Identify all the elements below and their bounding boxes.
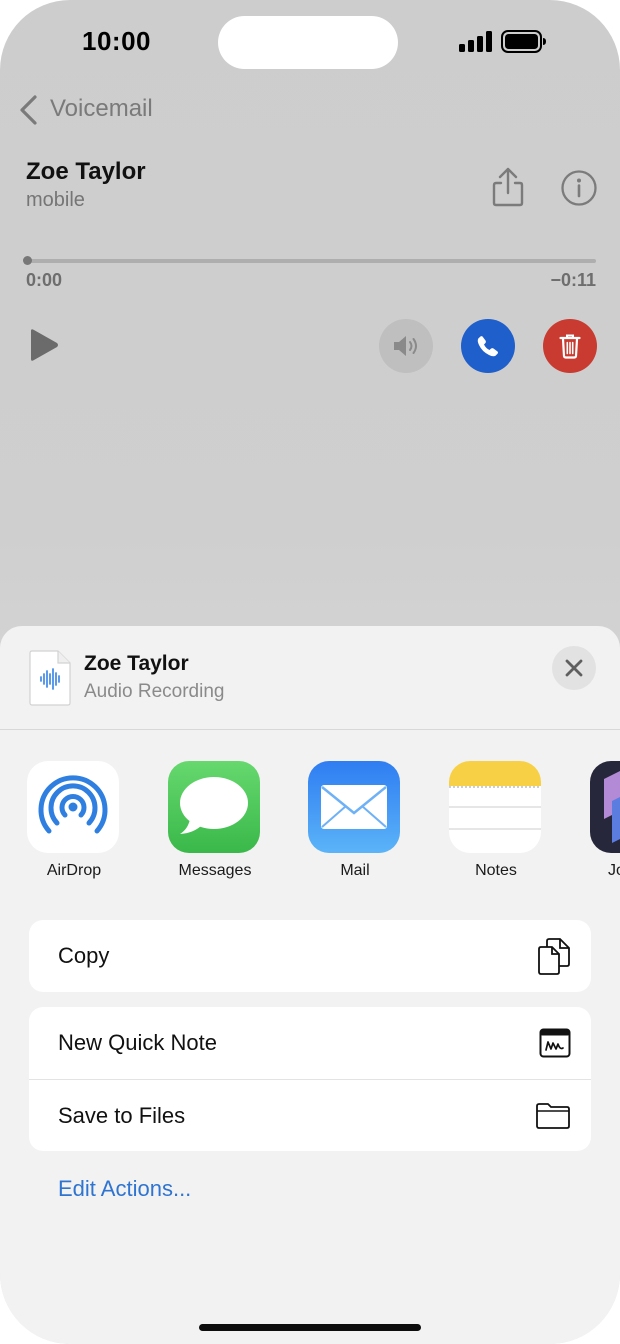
dynamic-island [218,16,398,69]
trash-icon [559,334,581,359]
share-app-notes[interactable]: Notes [449,761,543,880]
close-icon [565,659,583,677]
action-group-main: New Quick Note Save to Files [29,1007,591,1151]
phone-icon [477,336,498,357]
copy-icon [538,938,570,975]
status-time: 10:00 [82,26,151,56]
remaining-time: −0:11 [550,270,596,290]
home-indicator[interactable] [199,1324,421,1331]
signal-icon [459,31,493,52]
play-icon[interactable] [28,327,60,363]
save-to-files-action[interactable]: Save to Files [29,1079,591,1151]
share-app-airdrop[interactable]: AirDrop [27,761,121,880]
shared-file-type: Audio Recording [84,681,225,702]
close-share-button[interactable] [552,646,596,690]
app-label: Jo [608,862,620,879]
info-icon[interactable] [560,169,598,207]
new-quick-note-action[interactable]: New Quick Note [29,1007,591,1079]
shared-file-name: Zoe Taylor [84,652,189,675]
quick-note-icon [539,1028,571,1058]
share-app-partial[interactable]: Jo [590,761,620,880]
folder-icon [536,1102,570,1129]
phone-screen: 10:00 Voicemail Zoe Taylor mobile 0:00 −… [0,0,620,1344]
action-label: New Quick Note [58,1030,217,1055]
back-button[interactable]: Voicemail [50,95,153,123]
contact-name: Zoe Taylor [26,158,146,185]
speaker-button[interactable] [379,319,433,373]
elapsed-time: 0:00 [26,270,63,290]
call-back-button[interactable] [461,319,515,373]
share-sheet: Zoe Taylor Audio Recording AirDrop Messa… [0,626,620,1344]
share-app-messages[interactable]: Messages [168,761,262,880]
delete-button[interactable] [543,319,597,373]
notes-icon [449,761,541,853]
audio-file-icon [29,650,71,706]
app-label: Messages [178,862,252,879]
action-label: Copy [58,943,110,968]
scrubber-knob[interactable] [23,256,32,265]
messages-icon [168,761,260,853]
back-chevron-icon[interactable] [18,94,40,126]
contact-type: mobile [26,189,85,211]
playback-scrubber[interactable] [26,259,596,263]
app-label: AirDrop [46,862,102,879]
copy-action[interactable]: Copy [29,920,591,992]
mail-icon [308,761,400,853]
battery-icon [501,30,546,53]
edit-actions-link[interactable]: Edit Actions... [58,1176,191,1202]
action-label: Save to Files [58,1102,186,1128]
speaker-icon [394,336,417,356]
share-icon[interactable] [489,166,527,208]
action-group-copy: Copy [29,920,591,992]
app-label: Mail [340,862,370,879]
sheet-divider [0,729,620,730]
app-icon-partial [590,761,620,853]
share-app-mail[interactable]: Mail [308,761,402,880]
airdrop-icon [27,761,119,853]
app-label: Notes [475,862,517,879]
